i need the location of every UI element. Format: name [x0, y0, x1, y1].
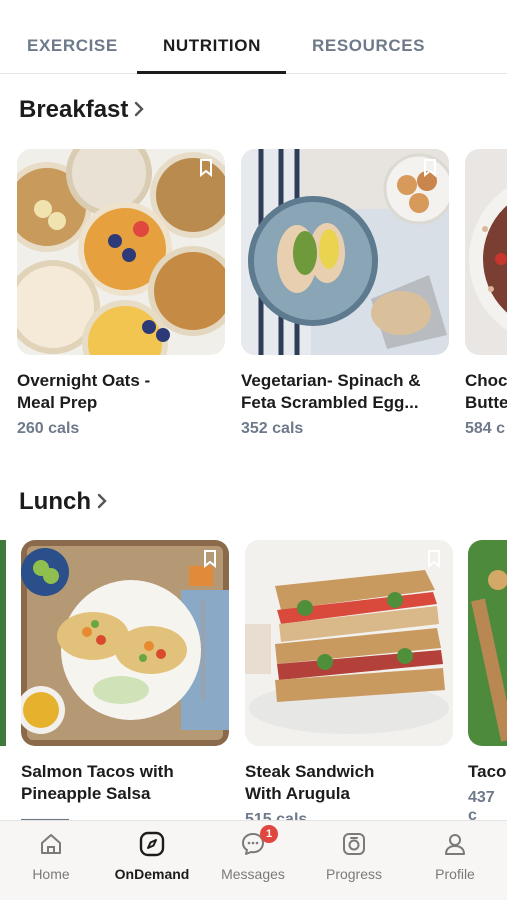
bottom-navigation: Home OnDemand 1 Messages Progress Profil…: [0, 820, 507, 900]
section-title: Lunch: [19, 488, 91, 515]
recipe-card[interactable]: Choc Butte 584 c: [465, 149, 507, 438]
recipe-image-steak-sandwich: [245, 540, 453, 746]
recipe-title: Overnight Oats - Meal Prep: [17, 371, 151, 412]
recipe-card[interactable]: Vegetarian- Spinach & Feta Scrambled Egg…: [241, 149, 449, 438]
nav-label: OnDemand: [114, 866, 190, 882]
nav-profile[interactable]: Profile: [410, 829, 500, 882]
section-header-lunch[interactable]: Lunch: [19, 488, 107, 516]
tab-resources[interactable]: RESOURCES: [312, 36, 425, 56]
recipe-calories: 260 cals: [17, 420, 80, 437]
nav-label: Progress: [325, 866, 383, 882]
tab-nutrition[interactable]: NUTRITION: [163, 36, 261, 56]
nav-label: Home: [32, 866, 70, 882]
recipe-calories: 584 c: [465, 420, 506, 437]
recipe-card[interactable]: Overnight Oats - Meal Prep 260 cals: [17, 149, 225, 438]
bookmark-icon[interactable]: [199, 159, 213, 182]
section-header-breakfast[interactable]: Breakfast: [19, 96, 145, 124]
nav-ondemand[interactable]: OnDemand: [107, 829, 197, 882]
recipe-card[interactable]: Taco 437 c: [468, 540, 507, 825]
recipe-image-partial: [0, 540, 6, 746]
top-tab-bar: EXERCISE NUTRITION RESOURCES: [0, 0, 507, 74]
recipe-title: Choc Butte: [465, 371, 507, 412]
bookmark-icon[interactable]: [203, 550, 217, 573]
scale-icon: [309, 829, 399, 859]
notification-badge: 1: [260, 825, 278, 843]
recipe-card-partial[interactable]: [0, 540, 6, 746]
recipe-image-chocolate: [465, 149, 507, 355]
recipe-title: Steak Sandwich With Arugula: [245, 762, 375, 803]
recipe-image-taco: [468, 540, 507, 746]
chat-icon: 1: [208, 825, 298, 859]
tab-exercise[interactable]: EXERCISE: [27, 36, 118, 56]
nav-messages[interactable]: 1 Messages: [208, 825, 298, 882]
recipe-title: Salmon Tacos with Pineapple Salsa: [21, 762, 174, 803]
recipe-title: Vegetarian- Spinach & Feta Scrambled Egg…: [241, 371, 421, 412]
recipe-image-spinach-feta-egg: [241, 149, 449, 355]
recipe-image-salmon-tacos: [21, 540, 229, 746]
person-icon: [410, 829, 500, 859]
recipe-calories: 352 cals: [241, 420, 304, 437]
recipe-card[interactable]: Salmon Tacos with Pineapple Salsa ———: [21, 540, 229, 829]
recipe-image-overnight-oats: [17, 149, 225, 355]
chevron-right-icon: [134, 96, 145, 124]
nav-progress[interactable]: Progress: [309, 829, 399, 882]
bookmark-icon[interactable]: [423, 159, 437, 182]
section-title: Breakfast: [19, 96, 129, 123]
active-tab-indicator: [137, 71, 286, 74]
recipe-card[interactable]: Steak Sandwich With Arugula 515 cals: [245, 540, 453, 829]
chevron-right-icon: [97, 488, 107, 516]
nav-home[interactable]: Home: [6, 829, 96, 882]
nav-label: Messages: [221, 866, 285, 882]
nav-label: Profile: [435, 866, 475, 882]
home-icon: [6, 829, 96, 859]
recipe-title: Taco: [468, 762, 507, 781]
bookmark-icon[interactable]: [427, 550, 441, 573]
compass-icon: [107, 829, 197, 859]
